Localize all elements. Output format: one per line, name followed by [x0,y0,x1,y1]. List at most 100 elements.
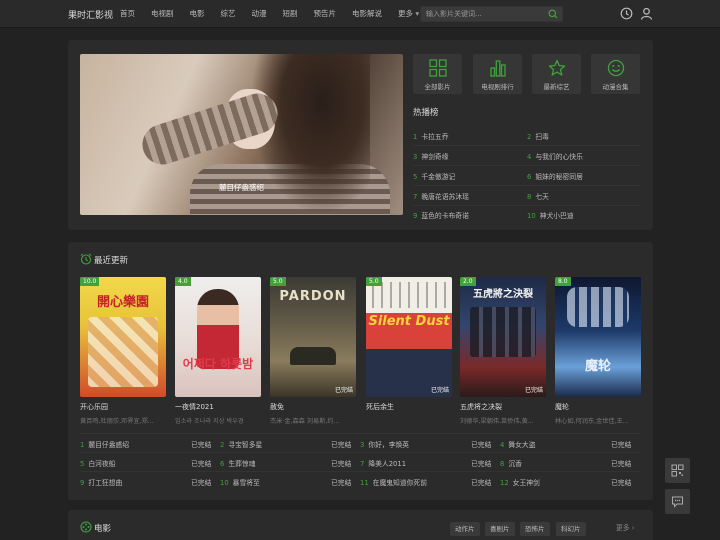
hot-item[interactable]: 8 七天 [527,191,549,201]
search-input[interactable] [421,7,541,21]
movie-poster[interactable]: Silent Dust 5.0 已完结 [366,277,452,397]
movie-title[interactable]: 死后余生 [366,402,394,412]
score-badge: 4.0 [175,277,191,286]
genre-tag[interactable]: 恐怖片 [520,522,550,536]
float-qrcode-button[interactable] [665,458,690,483]
movie-poster[interactable]: 開心樂園 10.0 [80,277,166,397]
rank-item[interactable]: 11 在魔鬼知道你死前 [360,477,427,487]
rank-item[interactable]: 8 沉香 [500,458,522,468]
movie-poster[interactable]: PARDON 5.0 已完结 [270,277,356,397]
nav-commentary[interactable]: 电影解说 [352,8,382,19]
rank-item[interactable]: 4 舞女大盗 [500,439,536,449]
rank-item[interactable]: 1 麓目仔盎惑绍 [80,439,129,449]
nav-movie[interactable]: 电影 [190,8,205,19]
history-clock-icon[interactable] [620,7,633,20]
chevron-right-icon: › [631,524,635,532]
rank-item[interactable]: 7 降美人2011 [360,458,406,468]
genre-tag[interactable]: 科幻片 [556,522,586,536]
movie-title[interactable]: 五虎将之决裂 [460,402,502,412]
hot-item[interactable]: 9 蓝色的卡布奇诺 [413,210,469,220]
movie-poster[interactable]: 五虎將之決裂 2.0 已完结 [460,277,546,397]
divider [413,145,641,146]
movie-cast: 杰米·金,森森 刘易斯,约... [270,418,340,425]
movie-title[interactable]: 魔轮 [555,402,569,412]
float-feedback-button[interactable] [665,489,690,514]
hot-item[interactable]: 6 姐妹的秘密同居 [527,171,583,181]
section-title: 最近更新 [94,256,129,266]
hot-item[interactable]: 10 神犬小巴迪 [527,210,574,220]
user-icon[interactable] [640,7,653,20]
rank-status: 已完结 [471,460,492,468]
tile-anime-collection[interactable]: 动漫合集 [591,54,640,94]
rank-status: 已完结 [331,479,352,487]
film-reel-icon [80,521,92,533]
movie-title[interactable]: 一夜情2021 [175,402,214,412]
status-label: 已完结 [430,387,449,394]
movie-title[interactable]: 赦免 [270,402,284,412]
genre-tag[interactable]: 动作片 [450,522,480,536]
poster-art [372,282,446,308]
hero-caption[interactable]: 麓目仔盎惑绍 [80,182,403,193]
score-badge: 2.0 [460,277,476,286]
alarm-clock-icon [80,253,92,265]
rank-item[interactable]: 10 暴雪将至 [220,477,260,487]
hot-item[interactable]: 5 千金傲游记 [413,171,455,181]
nav-anime[interactable]: 动漫 [252,8,267,19]
score-badge: 5.0 [270,277,286,286]
movie-cast: 黄百鸣,杜丽莎,邓霁宜,郑... [80,418,154,425]
rank-item[interactable]: 3 你好，李焕英 [360,439,409,449]
movie-title[interactable]: 开心乐园 [80,402,108,412]
nav-tv[interactable]: 电视剧 [151,8,174,19]
nav-home[interactable]: 首页 [120,8,135,19]
poster-title-art: Silent Dust [368,314,450,329]
site-logo[interactable]: 果时汇影视 [68,8,113,21]
hot-item[interactable]: 2 扫毒 [527,131,549,141]
nav-trailer[interactable]: 预告片 [314,8,337,19]
star-icon [548,59,565,76]
rank-status: 已完结 [611,460,632,468]
rank-status: 已完结 [611,441,632,449]
rank-item[interactable]: 2 寻宝智多星 [220,439,262,449]
hero-banner[interactable]: 麓目仔盎惑绍 [80,54,403,215]
hot-item[interactable]: 7 晚唐花语苏沐瑶 [413,191,469,201]
search-box [420,6,563,22]
poster-title-art: 魔轮 [584,359,611,374]
nav-variety[interactable]: 综艺 [221,8,236,19]
movie-section-panel: 电影 动作片 喜剧片 恐怖片 科幻片 更多 › [68,510,653,540]
status-label: 已完结 [334,387,353,394]
score-badge: 10.0 [80,277,100,286]
score-badge: 5.0 [366,277,382,286]
tile-all-movies[interactable]: 全部影片 [413,54,462,94]
search-icon[interactable] [548,9,558,19]
nav-more[interactable]: 更多 [398,8,419,19]
tile-latest-variety[interactable]: 最新综艺 [532,54,581,94]
movie-poster[interactable]: 어쩌다 하룻밤 4.0 [175,277,261,397]
poster-title-art: 開心樂園 [96,295,149,310]
rank-status: 已完结 [331,460,352,468]
chat-bubble-icon [672,496,683,508]
recent-updates-panel: 最近更新 開心樂園 10.0 어쩌다 하룻밤 4.0 PARDON 5.0 已完… [68,242,653,500]
genre-tag[interactable]: 喜剧片 [485,522,515,536]
movie-poster[interactable]: 魔轮 8.0 [555,277,641,397]
rank-item[interactable]: 5 白河夜船 [80,458,116,468]
qrcode-icon [671,464,684,477]
hot-item[interactable]: 4 与我们的心快乐 [527,151,583,161]
divider [413,205,641,206]
hot-item[interactable]: 3 神剑奇缘 [413,151,449,161]
divider [80,471,640,472]
movie-cast: 임소라 조나라 지상 박우경 [175,418,244,425]
poster-art [470,307,536,357]
rank-item[interactable]: 6 生葬惊魂 [220,458,256,468]
more-link[interactable]: 更多 › [616,522,634,532]
hot-list-title: 热播榜 [413,108,439,118]
tile-tv-ranking[interactable]: 电视剧排行 [473,54,522,94]
nav-short[interactable]: 短剧 [283,8,298,19]
rank-status: 已完结 [191,460,212,468]
top-navbar: 果时汇影视 首页 电视剧 电影 综艺 动漫 短剧 预告片 电影解说 更多 [0,0,720,28]
rank-status: 已完结 [331,441,352,449]
rank-status: 已完结 [471,479,492,487]
hot-item[interactable]: 1 卡拉五乔 [413,131,449,141]
rank-item[interactable]: 12 女王神剑 [500,477,540,487]
rank-item[interactable]: 9 打工狂想曲 [80,477,122,487]
section-title: 电影 [94,524,112,534]
